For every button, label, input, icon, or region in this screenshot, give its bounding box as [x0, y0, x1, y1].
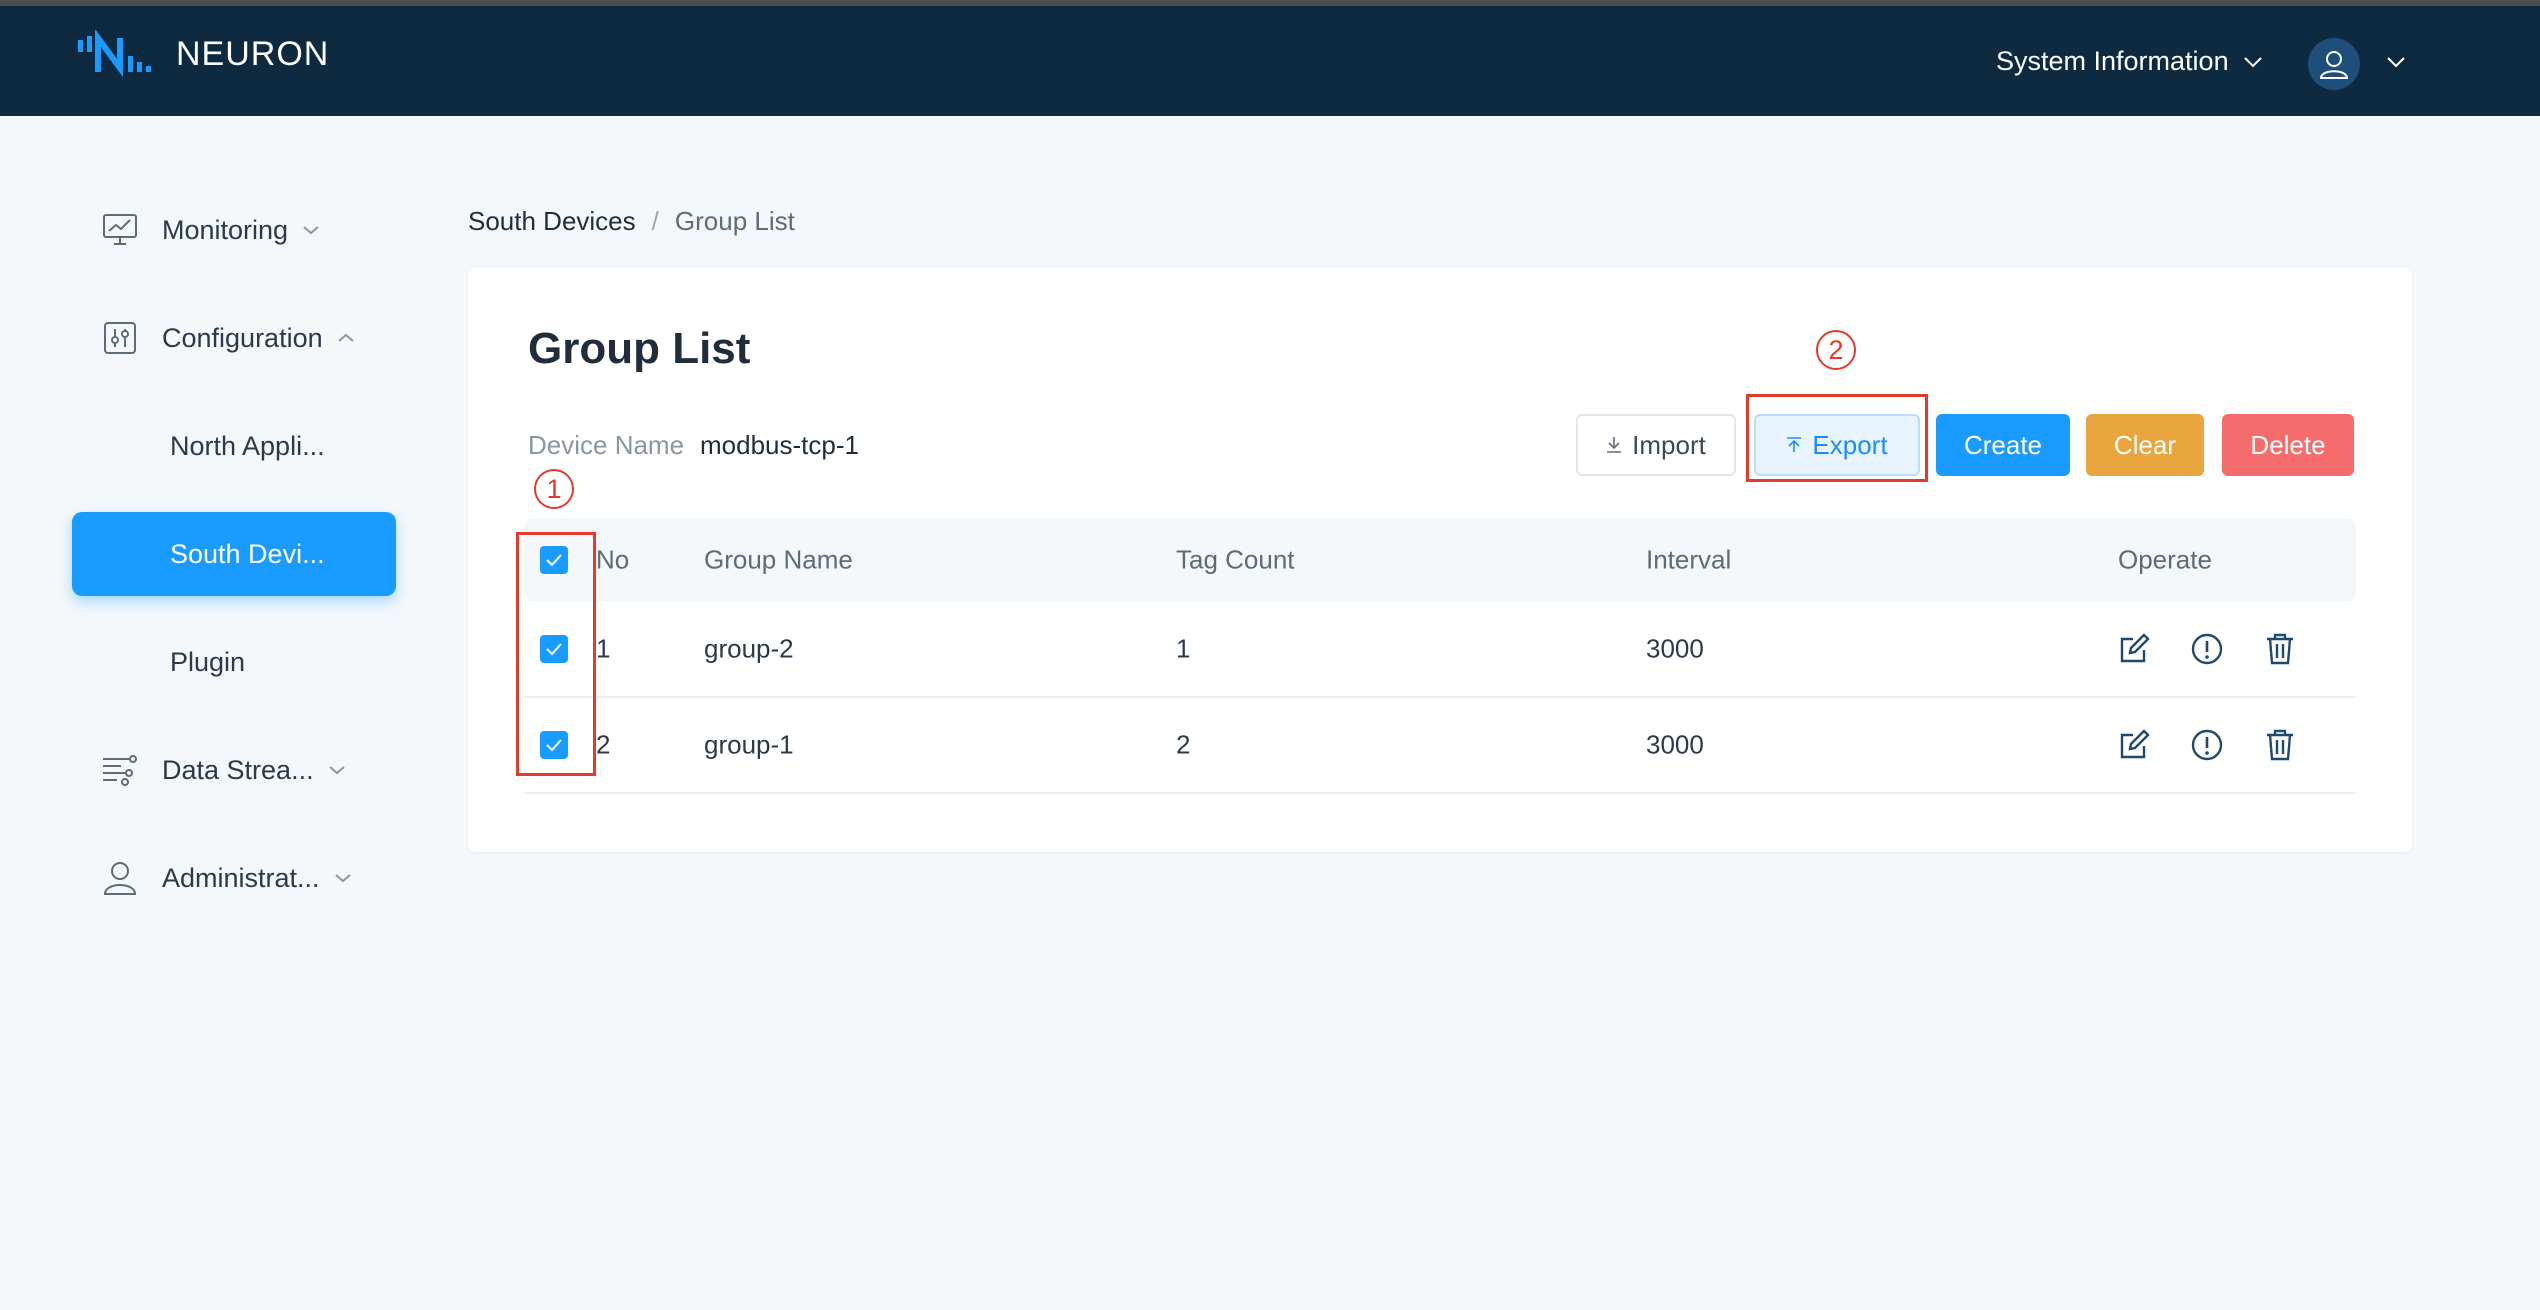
- sidebar-item-plugin[interactable]: Plugin: [72, 620, 396, 704]
- device-name-value: modbus-tcp-1: [700, 430, 859, 460]
- sidebar-item-label: North Appli...: [170, 430, 325, 461]
- device-name-label: Device Name: [528, 430, 685, 460]
- trash-icon[interactable]: [2264, 632, 2296, 666]
- sidebar-item-configuration[interactable]: Configuration: [72, 296, 396, 380]
- user-menu-chevron-down-icon[interactable]: [2386, 56, 2406, 68]
- breadcrumb-south-devices[interactable]: South Devices: [468, 206, 636, 237]
- data-stream-icon: [100, 750, 140, 790]
- chevron-up-icon: [337, 333, 354, 342]
- page-title: Group List: [528, 324, 751, 373]
- column-header-operate: Operate: [2118, 544, 2212, 575]
- chevron-down-icon: [2243, 56, 2262, 67]
- edit-icon[interactable]: [2118, 633, 2150, 665]
- neuron-logo-icon: [78, 30, 151, 78]
- breadcrumb-group-list: Group List: [674, 206, 795, 236]
- column-header-no: No: [596, 544, 630, 575]
- annotation-box-export: [1746, 394, 1928, 482]
- sidebar-item-label: South Devi...: [170, 538, 325, 569]
- neuron-logo[interactable]: NEURON: [76, 30, 329, 78]
- sidebar-item-monitoring[interactable]: Monitoring: [72, 188, 396, 272]
- column-header-group-name: Group Name: [704, 544, 853, 575]
- chevron-down-icon: [303, 226, 319, 235]
- annotation-box-checkboxes: [516, 532, 596, 776]
- edit-icon[interactable]: [2118, 729, 2150, 761]
- row-group-name: group-2: [704, 633, 794, 664]
- breadcrumb-separator: /: [651, 206, 659, 236]
- import-button[interactable]: Import: [1576, 414, 1736, 476]
- row-group-name: group-1: [704, 729, 794, 760]
- system-information-dropdown[interactable]: System Information: [1996, 46, 2263, 77]
- top-header: NEURON System Information: [0, 6, 2540, 116]
- user-icon: [100, 858, 140, 898]
- row-no: 2: [596, 729, 611, 760]
- row-interval: 3000: [1646, 633, 1704, 664]
- sidebar-item-label: Plugin: [170, 646, 246, 677]
- sidebar-item-north-applications[interactable]: North Appli...: [72, 404, 396, 488]
- chevron-down-icon: [328, 766, 345, 775]
- sliders-icon: [100, 318, 140, 358]
- column-header-interval: Interval: [1646, 544, 1732, 575]
- breadcrumb: South Devices / Group List: [468, 206, 795, 237]
- table-row: 2 group-1 2 3000: [524, 698, 2356, 794]
- monitor-chart-icon: [100, 210, 140, 250]
- row-interval: 3000: [1646, 729, 1704, 760]
- table-header: No Group Name Tag Count Interval Operate: [524, 518, 2356, 602]
- info-icon[interactable]: [2190, 632, 2224, 666]
- sidebar-item-south-devices[interactable]: South Devi...: [72, 512, 396, 596]
- chevron-down-icon: [334, 874, 351, 883]
- sidebar-item-administration[interactable]: Administrat...: [72, 836, 396, 920]
- table-row: 1 group-2 1 3000: [524, 602, 2356, 698]
- row-tag-count: 2: [1176, 729, 1191, 760]
- clear-button[interactable]: Clear: [2086, 414, 2204, 476]
- sidebar: Monitoring Configuration North Appli... …: [0, 116, 420, 1310]
- sidebar-item-label: Monitoring: [162, 214, 289, 245]
- sidebar-item-data-stream[interactable]: Data Strea...: [72, 728, 396, 812]
- system-information-label: System Information: [1996, 46, 2229, 76]
- logo-text: NEURON: [176, 34, 330, 73]
- import-label: Import: [1632, 429, 1706, 460]
- sidebar-item-label: Data Strea...: [162, 754, 314, 785]
- column-header-tag-count: Tag Count: [1176, 544, 1295, 575]
- group-table: No Group Name Tag Count Interval Operate…: [524, 518, 2356, 794]
- annotation-step-2: 2: [1816, 330, 1856, 370]
- trash-icon[interactable]: [2264, 728, 2296, 762]
- row-no: 1: [596, 633, 611, 664]
- delete-button[interactable]: Delete: [2222, 414, 2354, 476]
- row-tag-count: 1: [1176, 633, 1191, 664]
- row-operations: [2118, 632, 2296, 666]
- user-avatar[interactable]: [2308, 38, 2360, 90]
- info-icon[interactable]: [2190, 728, 2224, 762]
- download-icon: [1606, 436, 1622, 454]
- user-icon: [2319, 51, 2349, 79]
- sidebar-item-label: Administrat...: [162, 862, 320, 893]
- group-list-card: Group List Device Name modbus-tcp-1 Impo…: [468, 268, 2412, 852]
- annotation-step-1: 1: [534, 469, 574, 509]
- sidebar-item-label: Configuration: [162, 322, 323, 353]
- row-operations: [2118, 728, 2296, 762]
- create-button[interactable]: Create: [1936, 414, 2070, 476]
